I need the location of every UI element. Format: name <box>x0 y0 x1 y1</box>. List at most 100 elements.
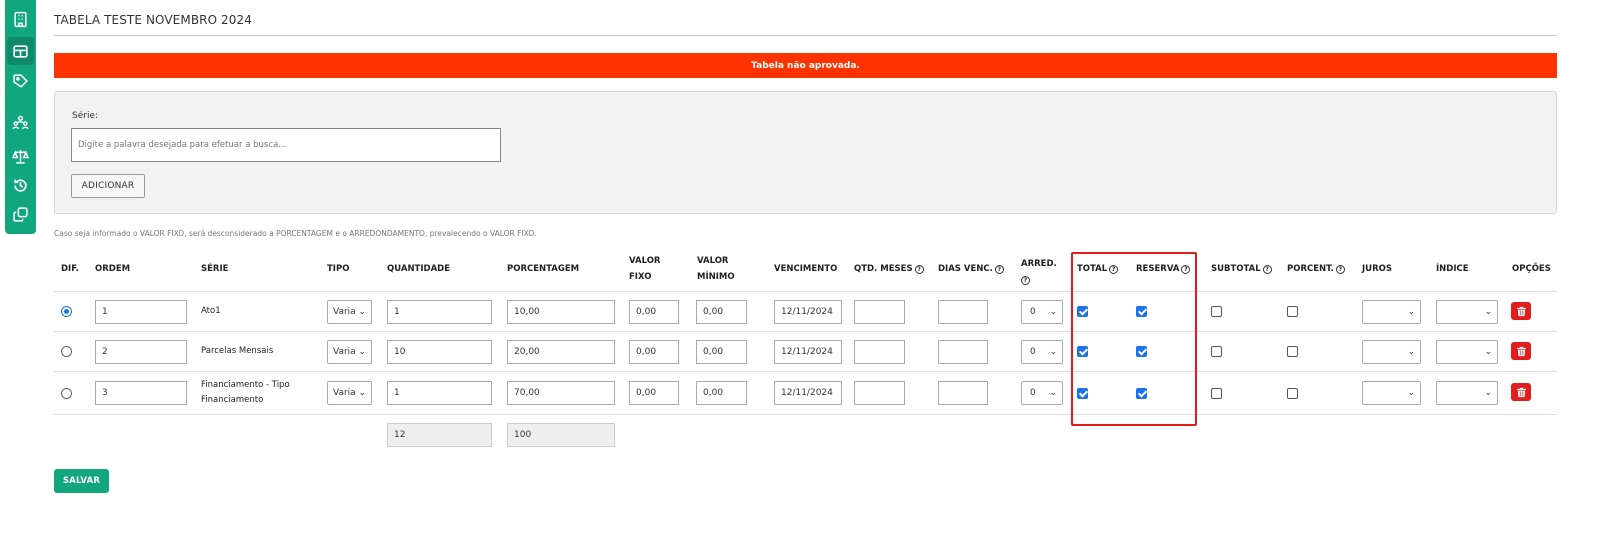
users-icon[interactable] <box>5 108 36 136</box>
porcent-checkbox[interactable] <box>1287 306 1298 317</box>
chevron-down-icon: ⌄ <box>358 347 366 357</box>
copy-icon[interactable] <box>5 200 36 228</box>
scale-icon[interactable] <box>5 142 36 170</box>
dif-radio[interactable] <box>61 388 72 399</box>
vencimento-input[interactable]: 12/11/2024 <box>774 300 842 324</box>
dif-radio[interactable] <box>61 346 72 357</box>
vencimento-input[interactable]: 12/11/2024 <box>774 340 842 364</box>
ordem-input[interactable]: 1 <box>95 300 187 324</box>
quantidade-input[interactable]: 1 <box>387 300 492 324</box>
juros-select[interactable]: ⌄ <box>1362 381 1421 405</box>
qtd-meses-input[interactable] <box>854 340 905 364</box>
serie-search-input[interactable]: Digite a palavra desejada para efetuar a… <box>71 128 501 162</box>
serie-filter-panel: Série: Digite a palavra desejada para ef… <box>54 91 1557 214</box>
chevron-down-icon: ⌄ <box>1407 307 1415 317</box>
dias-venc-input[interactable] <box>938 340 988 364</box>
valor-minimo-input[interactable]: 0,00 <box>696 381 747 405</box>
juros-select[interactable]: ⌄ <box>1362 340 1421 364</box>
valor-minimo-input[interactable]: 0,00 <box>696 340 747 364</box>
arred-select[interactable]: 0 ⌄ <box>1021 381 1063 405</box>
total-quantidade: 12 <box>387 423 492 447</box>
help-icon[interactable]: ? <box>1262 265 1272 274</box>
trash-icon <box>1516 306 1526 316</box>
quantidade-input[interactable]: 10 <box>387 340 492 364</box>
header-valor-minimo: VALOR MÍNIMO <box>697 253 735 285</box>
indice-select[interactable]: ⌄ <box>1436 300 1498 324</box>
subtotal-checkbox[interactable] <box>1211 306 1222 317</box>
tipo-select[interactable]: Varia ⌄ <box>327 300 372 324</box>
dif-radio[interactable] <box>61 306 72 317</box>
sidebar <box>5 0 36 234</box>
indice-select[interactable]: ⌄ <box>1436 381 1498 405</box>
juros-select[interactable]: ⌄ <box>1362 300 1421 324</box>
header-arred-label: ARRED. <box>1021 259 1057 269</box>
chevron-down-icon: ⌄ <box>1484 347 1492 357</box>
header-valor-fixo: VALOR FIXO <box>629 253 660 285</box>
delete-button[interactable] <box>1511 302 1531 320</box>
quantidade-input[interactable]: 1 <box>387 381 492 405</box>
serie-name: Parcelas Mensais <box>201 346 274 356</box>
serie-name: Financiamento - Tipo Financiamento <box>201 378 290 408</box>
help-icon[interactable]: ? <box>1021 276 1030 285</box>
history-icon[interactable] <box>5 171 36 199</box>
ordem-input[interactable]: 3 <box>95 381 187 405</box>
delete-button[interactable] <box>1511 383 1531 401</box>
building-icon[interactable] <box>5 5 36 33</box>
chevron-down-icon: ⌄ <box>1407 347 1415 357</box>
save-button[interactable]: SALVAR <box>54 469 109 493</box>
header-qtd-meses-label: QTD. MESES <box>854 264 913 274</box>
header-indice: ÍNDICE <box>1436 264 1469 274</box>
chevron-down-icon: ⌄ <box>1049 307 1057 317</box>
header-tipo: TIPO <box>327 264 350 274</box>
qtd-meses-input[interactable] <box>854 381 905 405</box>
total-porcentagem: 100 <box>507 423 615 447</box>
valor-fixo-note: Caso seja informado o VALOR FIXO, será d… <box>54 229 537 238</box>
serie-name-line1: Financiamento - Tipo <box>201 380 290 390</box>
valor-fixo-input[interactable]: 0,00 <box>629 340 679 364</box>
header-valor-minimo-line1: VALOR <box>697 256 729 266</box>
tipo-select[interactable]: Varia ⌄ <box>327 340 372 364</box>
tipo-select[interactable]: Varia ⌄ <box>327 381 372 405</box>
header-dif: DIF. <box>61 264 80 274</box>
header-juros: JUROS <box>1362 264 1392 274</box>
vencimento-input[interactable]: 12/11/2024 <box>774 381 842 405</box>
table-icon[interactable] <box>7 37 34 65</box>
porcentagem-input[interactable]: 70,00 <box>507 381 615 405</box>
qtd-meses-input[interactable] <box>854 300 905 324</box>
add-button[interactable]: ADICIONAR <box>71 174 145 198</box>
valor-minimo-input[interactable]: 0,00 <box>696 300 747 324</box>
porcentagem-input[interactable]: 20,00 <box>507 340 615 364</box>
subtotal-checkbox[interactable] <box>1211 346 1222 357</box>
arred-select[interactable]: 0 ⌄ <box>1021 340 1063 364</box>
delete-button[interactable] <box>1511 342 1531 360</box>
help-icon[interactable]: ? <box>994 265 1004 274</box>
serie-label: Série: <box>72 111 99 121</box>
chevron-down-icon: ⌄ <box>1484 307 1492 317</box>
porcentagem-input[interactable]: 10,00 <box>507 300 615 324</box>
tipo-value: Varia <box>333 347 356 357</box>
header-opcoes: OPÇÕES <box>1512 264 1551 274</box>
dias-venc-input[interactable] <box>938 300 988 324</box>
porcent-checkbox[interactable] <box>1287 346 1298 357</box>
header-valor-fixo-line1: VALOR <box>629 256 661 266</box>
approval-alert: Tabela não aprovada. <box>54 53 1557 78</box>
tag-icon[interactable] <box>5 67 36 95</box>
indice-select[interactable]: ⌄ <box>1436 340 1498 364</box>
subtotal-checkbox[interactable] <box>1211 388 1222 399</box>
arred-select[interactable]: 0 ⌄ <box>1021 300 1063 324</box>
header-quantidade: QUANTIDADE <box>387 264 451 274</box>
ordem-input[interactable]: 2 <box>95 340 187 364</box>
header-porcent: PORCENT.? <box>1287 261 1345 277</box>
valor-fixo-input[interactable]: 0,00 <box>629 300 679 324</box>
title-divider <box>54 35 1557 36</box>
help-icon[interactable]: ? <box>914 265 924 274</box>
arred-value: 0 <box>1030 307 1036 317</box>
header-dias-venc-label: DIAS VENC. <box>938 264 993 274</box>
header-valor-minimo-line2: MÍNIMO <box>697 272 735 282</box>
row-divider <box>54 371 1557 372</box>
porcent-checkbox[interactable] <box>1287 388 1298 399</box>
dias-venc-input[interactable] <box>938 381 988 405</box>
help-icon[interactable]: ? <box>1335 265 1345 274</box>
valor-fixo-input[interactable]: 0,00 <box>629 381 679 405</box>
row-divider <box>54 291 1557 292</box>
